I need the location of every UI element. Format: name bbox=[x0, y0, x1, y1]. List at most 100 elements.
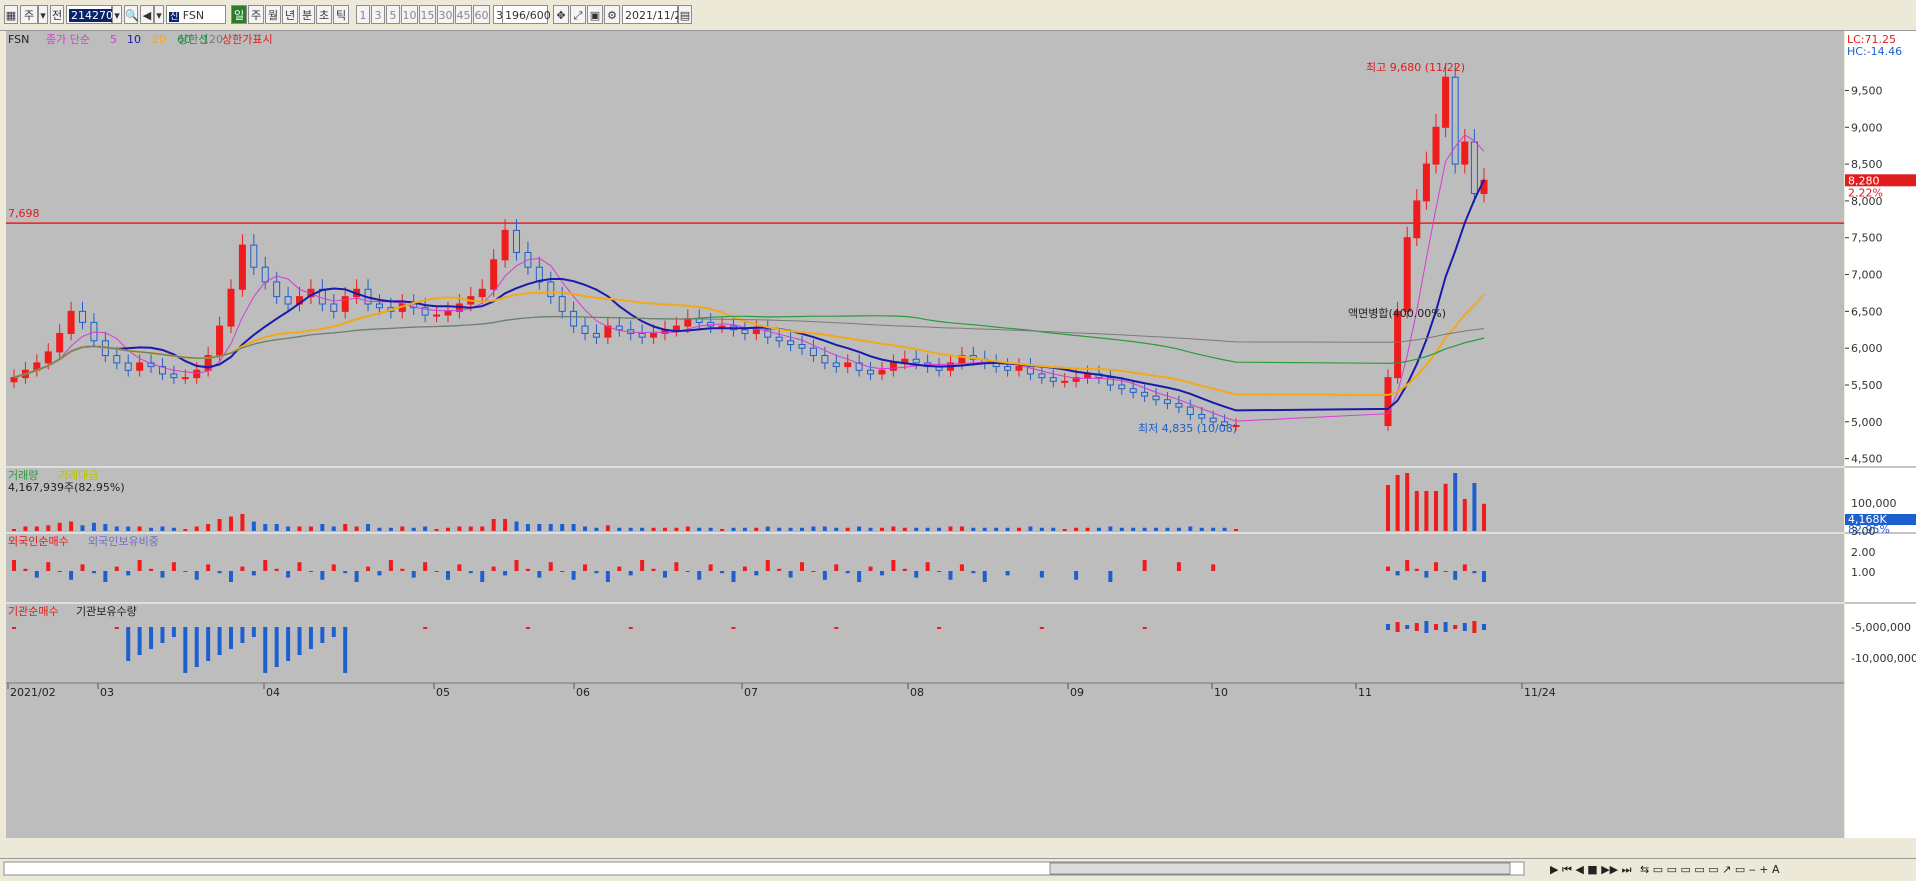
tab-1[interactable]: 주 bbox=[248, 5, 264, 24]
legend-upper-limit: 상한선 bbox=[178, 33, 208, 46]
scroll-thumb[interactable] bbox=[1049, 862, 1511, 875]
x-tick-label: 06 bbox=[576, 686, 590, 699]
volume-bar bbox=[891, 526, 896, 531]
tab-6[interactable]: 틱 bbox=[333, 5, 349, 24]
inst-bar bbox=[217, 627, 222, 655]
candle-body bbox=[581, 325, 589, 334]
tab-5[interactable]: 초 bbox=[316, 5, 332, 24]
sound-icon[interactable]: ◀ bbox=[140, 5, 154, 24]
foreign-bar bbox=[1176, 562, 1181, 571]
volume-bar bbox=[411, 527, 416, 531]
foreign-bar bbox=[103, 571, 108, 582]
candle-body bbox=[672, 325, 680, 331]
volume-bar bbox=[971, 527, 976, 531]
bottom-scroll-bar[interactable]: ▶ ⏮ ◀ ■ ▶▶ ⏭ ⇆ ▭ ▭ ▭ ▭ ▭ ↗ ▭ ‒ + A bbox=[0, 858, 1916, 878]
interval-60[interactable]: 60 bbox=[473, 5, 490, 24]
interval-10[interactable]: 10 bbox=[401, 5, 418, 24]
candle-body bbox=[181, 377, 189, 380]
volume-bar bbox=[503, 519, 508, 531]
foreign-bar bbox=[274, 568, 279, 571]
foreign-bar bbox=[194, 571, 199, 580]
foreign-bar bbox=[1414, 568, 1419, 571]
legend-name: FSN bbox=[8, 33, 29, 46]
foreign-net-title: 외국인순매수 bbox=[8, 535, 69, 548]
volume-bar bbox=[1028, 526, 1033, 531]
interval-45[interactable]: 45 bbox=[455, 5, 472, 24]
interval-15[interactable]: 15 bbox=[419, 5, 436, 24]
scrollbar-svg[interactable]: ▶ ⏮ ◀ ■ ▶▶ ⏭ ⇆ ▭ ▭ ▭ ▭ ▭ ↗ ▭ ‒ + A bbox=[0, 859, 1916, 878]
inst-bar bbox=[343, 627, 348, 673]
count-field[interactable]: 196/600 bbox=[502, 5, 551, 24]
volume-bar bbox=[217, 519, 222, 531]
volume-bar bbox=[206, 524, 211, 531]
volume-bar bbox=[297, 526, 302, 531]
foreign-bar bbox=[720, 571, 725, 574]
crosshair-icon[interactable]: ✥ bbox=[553, 5, 569, 24]
volume-bar bbox=[765, 526, 770, 531]
candle-body bbox=[547, 281, 555, 298]
candle-body bbox=[433, 314, 441, 317]
layout-icon[interactable]: ▦ bbox=[4, 5, 18, 24]
foreign-bar bbox=[411, 571, 416, 578]
tab-3[interactable]: 년 bbox=[282, 5, 298, 24]
volume-bar bbox=[1165, 527, 1170, 531]
price-tick-label: 9,500 bbox=[1851, 84, 1883, 97]
chart-area[interactable]: 7,698 최고 9,680 (11/22) 최저 4,835 (10/08) 액면병… bbox=[6, 31, 1844, 838]
candle-body bbox=[1061, 380, 1069, 383]
foreign-bar bbox=[12, 560, 16, 571]
inst-bar bbox=[274, 627, 279, 667]
calendar-icon[interactable]: ▤ bbox=[678, 5, 692, 24]
tab-0[interactable]: 일 bbox=[231, 5, 247, 24]
price-tick-label: 5,000 bbox=[1851, 416, 1883, 429]
volume-bar bbox=[994, 527, 999, 531]
save-icon[interactable]: ▣ bbox=[587, 5, 603, 24]
foreign-bar bbox=[560, 571, 565, 572]
period-select[interactable]: 주 bbox=[20, 5, 38, 24]
stock-name-input[interactable]: 신 FSN bbox=[166, 5, 226, 24]
ma120-line bbox=[13, 315, 1485, 379]
volume-bar bbox=[34, 526, 39, 531]
price-tick-label: 7,000 bbox=[1851, 269, 1883, 282]
view-controls[interactable]: ⇆ ▭ ▭ ▭ ▭ ▭ ↗ ▭ ‒ + A bbox=[1640, 863, 1780, 876]
tab-2[interactable]: 월 bbox=[265, 5, 281, 24]
date-field[interactable]: 2021/11/24 bbox=[622, 5, 688, 24]
chevron-down-icon[interactable]: ▾ bbox=[154, 5, 164, 24]
gear-icon[interactable]: ⚙ bbox=[604, 5, 620, 24]
inst-bar bbox=[1142, 627, 1147, 629]
candle-body bbox=[1163, 399, 1171, 404]
inst-bar bbox=[834, 627, 839, 629]
candle-body bbox=[227, 288, 235, 327]
chevron-down-icon[interactable]: ▾ bbox=[112, 5, 122, 24]
volume-bar bbox=[400, 526, 405, 531]
volume-bar bbox=[468, 526, 473, 531]
chevron-down-icon[interactable]: ▾ bbox=[38, 5, 48, 24]
code-input[interactable]: 214270 bbox=[66, 5, 115, 24]
volume-bar bbox=[1062, 529, 1067, 531]
volume-bar bbox=[114, 526, 119, 531]
candle-body bbox=[375, 303, 383, 309]
candle-body bbox=[1403, 237, 1411, 312]
interval-5[interactable]: 5 bbox=[386, 5, 400, 24]
inst-bar bbox=[731, 627, 736, 629]
volume-bar bbox=[1424, 491, 1429, 531]
foreign-bar bbox=[400, 568, 405, 571]
playback-controls[interactable]: ▶ ⏮ ◀ ■ ▶▶ ⏭ bbox=[1550, 863, 1632, 876]
volume-bar bbox=[879, 527, 884, 531]
interval-1[interactable]: 1 bbox=[356, 5, 370, 24]
interval-30[interactable]: 30 bbox=[437, 5, 454, 24]
candle-body bbox=[638, 332, 646, 338]
x-tick-label: 05 bbox=[436, 686, 450, 699]
tab-4[interactable]: 분 bbox=[299, 5, 315, 24]
search-icon[interactable]: 🔍 bbox=[124, 5, 139, 24]
foreign-bar bbox=[1405, 560, 1410, 571]
foreign-tick: 1.00 bbox=[1851, 566, 1876, 579]
inst-bar bbox=[171, 627, 176, 637]
inst-tick: -5,000,000 bbox=[1851, 621, 1911, 634]
price-chart-svg[interactable]: 7,698 최고 9,680 (11/22) 최저 4,835 (10/08) 액면병… bbox=[6, 31, 1844, 838]
candle-body bbox=[273, 281, 281, 298]
zoom-icon[interactable]: ⤢ bbox=[570, 5, 586, 24]
type-select[interactable]: 전 bbox=[50, 5, 64, 24]
candle-body bbox=[821, 355, 829, 364]
interval-3[interactable]: 3 bbox=[371, 5, 385, 24]
candle-body bbox=[592, 332, 600, 338]
